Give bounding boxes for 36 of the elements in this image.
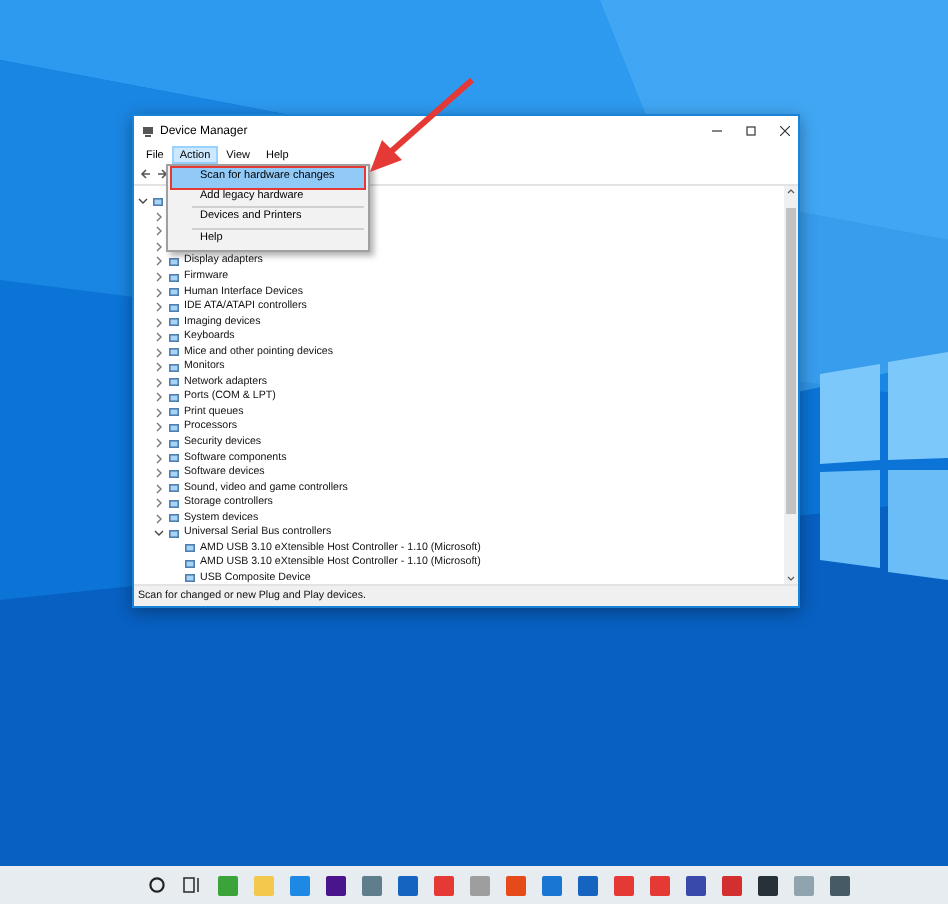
chevron-right-icon[interactable] [154,498,164,509]
device-icon [152,195,164,208]
close-icon[interactable] [779,126,789,136]
search-icon[interactable] [148,876,166,894]
chevron-right-icon[interactable] [154,453,164,464]
back-icon[interactable] [140,168,152,180]
chevron-right-icon[interactable] [154,438,164,449]
arrow-icon [366,76,478,176]
minimize-icon[interactable] [711,126,721,136]
chevron-right-icon[interactable] [154,302,164,313]
chevron-right-icon[interactable] [154,377,164,388]
chevron-right-icon[interactable] [154,317,164,328]
chevron-right-icon[interactable] [154,347,164,358]
chevron-right-icon[interactable] [154,468,164,479]
chevron-right-icon[interactable] [154,226,164,237]
chevron-right-icon[interactable] [154,362,164,373]
chevron-right-icon[interactable] [154,241,164,252]
chevron-right-icon[interactable] [154,272,164,282]
scrollbar[interactable] [784,186,798,584]
task-view-icon[interactable] [182,876,202,894]
chevron-down-icon[interactable] [154,528,164,539]
maximize-icon[interactable] [745,126,755,136]
chevron-right-icon[interactable] [154,483,164,494]
chevron-right-icon[interactable] [154,513,164,524]
forward-icon[interactable] [156,168,168,180]
scroll-up-icon[interactable] [786,186,796,196]
chevron-down-icon[interactable] [138,196,148,207]
chevron-right-icon[interactable] [154,332,164,343]
scroll-down-icon[interactable] [786,574,796,584]
chevron-right-icon[interactable] [154,407,164,418]
chevron-right-icon[interactable] [154,392,164,403]
chevron-right-icon[interactable] [154,211,164,222]
chevron-right-icon[interactable] [154,287,164,298]
chevron-right-icon[interactable] [154,256,164,267]
computer-icon [142,125,154,137]
chevron-right-icon[interactable] [154,422,164,433]
